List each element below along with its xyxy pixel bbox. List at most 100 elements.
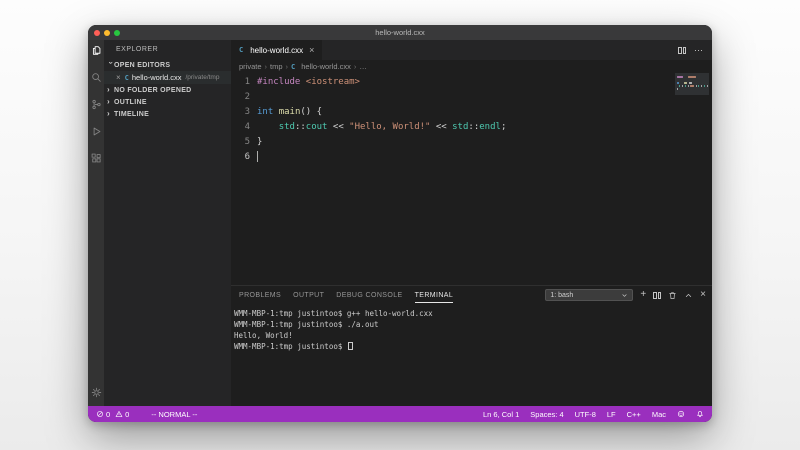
code-editor[interactable]: 123456 #include <iostream> int main() { s… xyxy=(231,73,712,285)
panel-tabs: PROBLEMS OUTPUT DEBUG CONSOLE TERMINAL xyxy=(239,288,454,303)
code-line[interactable]: std::cout << "Hello, World!" << std::end… xyxy=(257,120,712,135)
editor-tab-bar: C hello-world.cxx × ⋯ xyxy=(231,40,712,60)
source-control-icon[interactable] xyxy=(91,99,102,110)
panel-tab-output[interactable]: OUTPUT xyxy=(293,288,324,303)
notifications-bell-icon[interactable] xyxy=(696,410,704,418)
minimize-window-button[interactable] xyxy=(104,29,110,36)
close-editor-icon[interactable]: × xyxy=(116,73,121,82)
status-bar: 0 0 -- NORMAL -- Ln 6, Col 1 Spaces: 4 UTF… xyxy=(88,406,712,422)
settings-gear-icon[interactable] xyxy=(91,387,102,398)
breadcrumb-separator: › xyxy=(353,62,357,71)
traffic-lights xyxy=(94,29,120,36)
editor-actions: ⋯ xyxy=(678,40,712,60)
search-icon[interactable] xyxy=(91,72,102,83)
breadcrumb-item[interactable]: private xyxy=(239,62,262,71)
close-tab-icon[interactable]: × xyxy=(309,45,314,55)
terminal-cursor xyxy=(347,342,353,350)
status-item[interactable]: LF xyxy=(607,410,616,419)
kill-terminal-icon[interactable] xyxy=(668,291,677,300)
panel-tab-terminal[interactable]: TERMINAL xyxy=(414,288,454,303)
sidebar-section-no-folder-opened[interactable]: › NO FOLDER OPENED xyxy=(104,84,231,96)
new-terminal-icon[interactable]: + xyxy=(640,290,646,300)
status-item[interactable]: C++ xyxy=(627,410,641,419)
code-token: << xyxy=(327,122,350,132)
terminal-shell-select[interactable]: 1: bash xyxy=(545,289,634,301)
code-line[interactable]: } xyxy=(257,135,712,150)
status-item[interactable]: Mac xyxy=(652,410,666,419)
panel-tab-debug-console[interactable]: DEBUG CONSOLE xyxy=(336,288,402,303)
breadcrumb-item[interactable]: hello-world.cxx xyxy=(301,62,351,71)
section-label: OUTLINE xyxy=(114,98,147,106)
code-line[interactable] xyxy=(257,150,712,165)
minimap[interactable] xyxy=(675,73,709,97)
cpp-file-icon: C xyxy=(239,46,244,54)
window-title: hello-world.cxx xyxy=(375,28,425,37)
terminal-line: WMM-MBP-1:tmp justintoo$ xyxy=(234,341,712,352)
minimap-segment xyxy=(679,85,681,87)
code-line[interactable] xyxy=(257,90,712,105)
code-token: :: xyxy=(468,122,480,132)
status-item[interactable]: Spaces: 4 xyxy=(530,410,563,419)
cpp-file-icon: C xyxy=(124,73,129,82)
extensions-icon[interactable] xyxy=(91,153,102,164)
code-token: cout xyxy=(305,122,328,132)
split-editor-icon[interactable] xyxy=(678,46,686,54)
error-count: 0 xyxy=(106,409,111,419)
terminal-line: WMM-MBP-1:tmp justintoo$ ./a.out xyxy=(234,320,379,329)
vim-mode-indicator[interactable]: -- NORMAL -- xyxy=(151,410,197,419)
breadcrumb-separator: › xyxy=(285,62,289,71)
open-editor-filepath: /private/tmp xyxy=(185,74,220,81)
terminal-output[interactable]: WMM-MBP-1:tmp justintoo$ g++ hello-world… xyxy=(231,304,712,406)
sidebar-section-outline[interactable]: › OUTLINE xyxy=(104,96,231,108)
titlebar[interactable]: hello-world.cxx xyxy=(88,25,712,40)
code-token: int xyxy=(257,107,274,117)
sidebar-sections: › NO FOLDER OPENED › OUTLINE › TIMELINE xyxy=(104,84,231,120)
panel-tab-problems[interactable]: PROBLEMS xyxy=(239,288,281,303)
tab-hello-world[interactable]: C hello-world.cxx × xyxy=(231,40,323,60)
explorer-icon[interactable] xyxy=(91,45,102,56)
editor-area: C hello-world.cxx × ⋯ private › tmp › Chello… xyxy=(231,40,712,406)
code-line[interactable]: #include <iostream> xyxy=(257,75,712,90)
split-terminal-icon[interactable] xyxy=(653,291,662,299)
minimap-segment xyxy=(684,85,686,87)
code-token: } xyxy=(257,137,263,147)
maximize-panel-icon[interactable] xyxy=(684,291,693,300)
status-bar-right: Ln 6, Col 1 Spaces: 4 UTF-8 LF C++ Mac xyxy=(483,410,704,419)
minimap-segment xyxy=(688,76,696,78)
code-token: main xyxy=(278,107,301,117)
code-token: <iostream> xyxy=(305,77,360,87)
breadcrumb-separator: › xyxy=(264,62,268,71)
code-token: "Hello, World!" xyxy=(349,122,431,132)
status-item[interactable]: UTF-8 xyxy=(575,410,596,419)
minimap-segment xyxy=(677,88,678,90)
sidebar-section-timeline[interactable]: › TIMELINE xyxy=(104,108,231,120)
warning-icon xyxy=(115,410,123,418)
open-editor-item[interactable]: × C hello-world.cxx /private/tmp xyxy=(104,71,231,84)
breadcrumb-item[interactable]: … xyxy=(359,62,367,71)
more-actions-icon[interactable]: ⋯ xyxy=(694,45,704,56)
problems-status[interactable]: 0 0 xyxy=(96,410,129,419)
breadcrumb: private › tmp › Chello-world.cxx ›… xyxy=(231,60,712,73)
zoom-window-button[interactable] xyxy=(114,29,120,36)
panel-tab-bar: PROBLEMS OUTPUT DEBUG CONSOLE TERMINAL 1: b… xyxy=(231,286,712,304)
breadcrumb-item[interactable]: tmp xyxy=(270,62,283,71)
code-content[interactable]: #include <iostream>int main() { std::cou… xyxy=(257,73,712,285)
minimap-segment xyxy=(690,85,694,87)
open-editors-header[interactable]: › OPEN EDITORS xyxy=(104,59,231,71)
explorer-sidebar: EXPLORER › OPEN EDITORS × C hello-world.… xyxy=(104,40,231,406)
line-number: 1 xyxy=(244,77,250,87)
terminal-line: Hello, World! xyxy=(234,331,293,340)
warning-count: 0 xyxy=(125,409,130,419)
close-window-button[interactable] xyxy=(94,29,100,36)
run-debug-icon[interactable] xyxy=(91,126,102,137)
chevron-right-icon: › xyxy=(107,85,110,94)
status-item[interactable]: Ln 6, Col 1 xyxy=(483,410,519,419)
code-line[interactable]: int main() { xyxy=(257,105,712,120)
section-label: NO FOLDER OPENED xyxy=(114,86,192,94)
minimap-segment xyxy=(677,76,683,78)
close-panel-icon[interactable]: × xyxy=(700,290,706,300)
chevron-right-icon: › xyxy=(107,97,110,106)
minimap-segment xyxy=(687,85,689,87)
feedback-smiley-icon[interactable] xyxy=(677,410,685,418)
